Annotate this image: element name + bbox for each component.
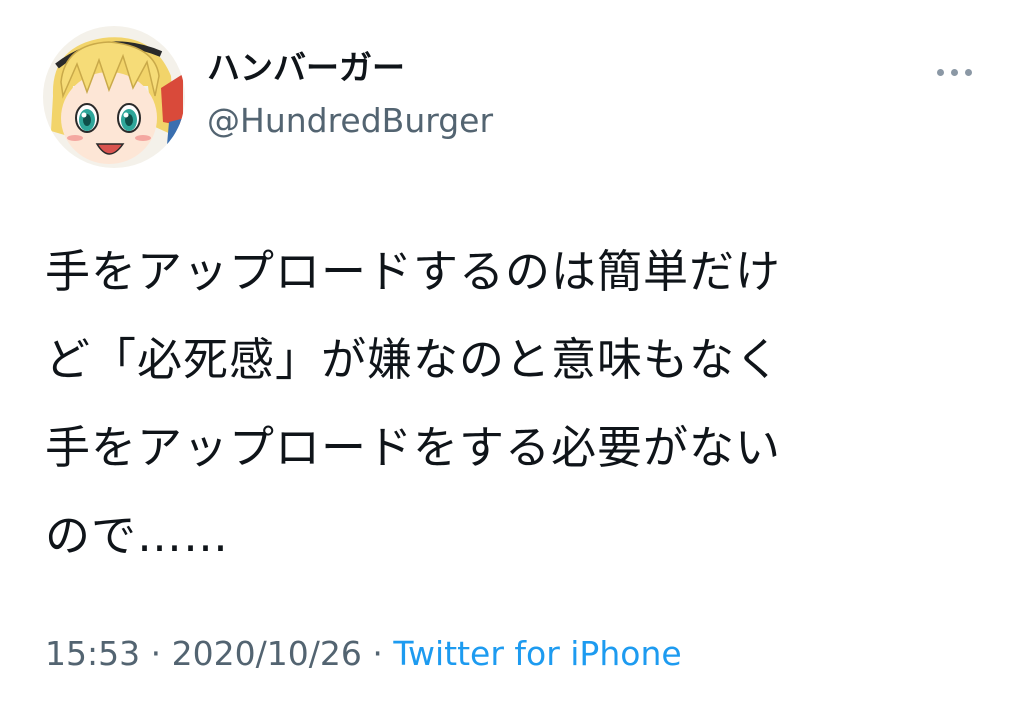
profile-avatar[interactable] (43, 26, 185, 168)
author-display-name[interactable]: ハンバーガー (207, 48, 493, 88)
more-options-button[interactable] (930, 58, 978, 86)
more-horizontal-icon (936, 68, 944, 76)
tweet-date[interactable]: 2020/10/26 (172, 634, 362, 673)
anime-character-avatar-icon (43, 26, 185, 168)
tweet-source-link[interactable]: Twitter for iPhone (393, 634, 681, 673)
author-handle[interactable]: @HundredBurger (207, 101, 493, 141)
author-info: ハンバーガー @HundredBurger (207, 48, 493, 141)
tweet-text: 手をアップロードするのは簡単だけ ど「必死感」が嫌なのと意味もなく 手をアップロ… (45, 228, 965, 580)
tweet-text-line: 手をアップロードをする必要がない (45, 421, 782, 474)
tweet-text-line: 手をアップロードするのは簡単だけ (45, 245, 782, 298)
more-horizontal-icon (964, 68, 972, 76)
more-horizontal-icon (950, 68, 958, 76)
tweet-text-line: ど「必死感」が嫌なのと意味もなく (45, 333, 782, 386)
tweet-metadata: 15:53 · 2020/10/26 · Twitter for iPhone (45, 632, 682, 676)
tweet-time[interactable]: 15:53 (45, 634, 140, 673)
tweet-card: ハンバーガー @HundredBurger 手をアップロードするのは簡単だけ ど… (0, 0, 1024, 710)
meta-separator: · (372, 634, 383, 673)
meta-separator: · (150, 634, 162, 673)
tweet-text-line: ので…… (45, 509, 230, 562)
